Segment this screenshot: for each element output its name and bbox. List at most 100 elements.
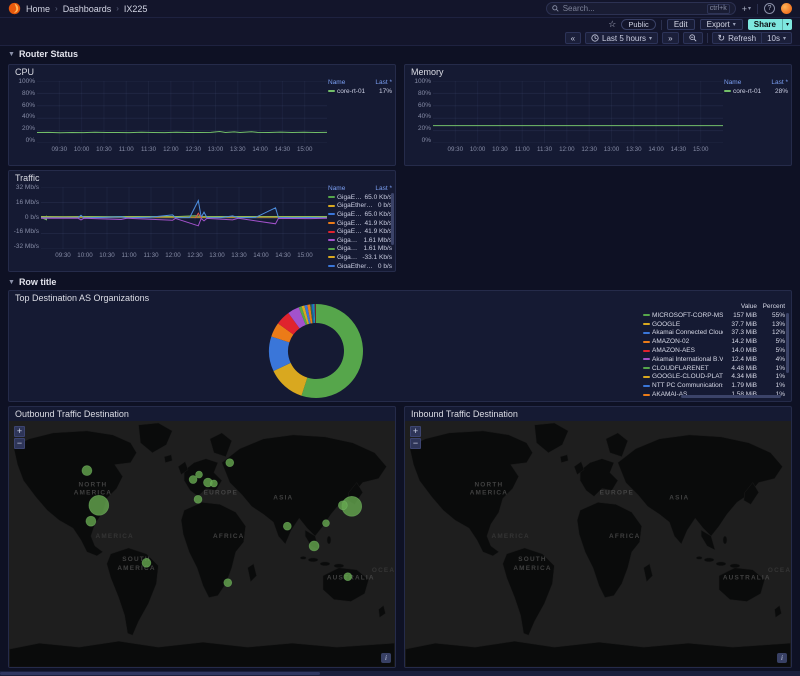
legend-item[interactable]: GigaEthernet0.0 0 b/s xyxy=(328,202,392,211)
series-color-icon xyxy=(328,213,335,215)
avatar[interactable] xyxy=(781,3,792,14)
time-shift-forward-button[interactable]: » xyxy=(662,32,678,44)
row-header-router-status[interactable]: ▼ Router Status xyxy=(8,48,78,60)
traffic-bubble[interactable] xyxy=(142,558,151,567)
legend-item[interactable]: GigaEthernet0.1 65.0 Kb/s xyxy=(328,210,392,219)
x-axis-labels: 09:3010:0010:3011:0011:3012:0012:3013:00… xyxy=(41,252,327,262)
search-box[interactable]: ctrl+k xyxy=(546,2,736,15)
time-range-picker[interactable]: Last 5 hours ▾ xyxy=(585,32,658,44)
refresh-button[interactable]: ↻ Refresh xyxy=(712,32,763,44)
table-row: GOOGLE 37.7 MiB13% xyxy=(643,320,785,329)
chevron-down-icon[interactable]: ▾ xyxy=(782,19,792,30)
legend-item[interactable]: core-rt-01 28% xyxy=(724,87,788,96)
map-zoom-in-button[interactable]: + xyxy=(410,426,421,437)
x-axis-labels: 09:3010:0010:3011:0011:3012:0012:3013:00… xyxy=(37,146,327,156)
traffic-bubble[interactable] xyxy=(224,579,232,587)
series-color-icon xyxy=(328,256,335,258)
breadcrumb-current[interactable]: IX225 xyxy=(124,4,148,14)
cpu-legend: NameLast * core-rt-01 17% xyxy=(328,79,392,162)
as-table-header: Value Percent xyxy=(643,301,785,311)
svg-text:OCEAN: OCEAN xyxy=(372,567,395,574)
table-vertical-scrollbar[interactable] xyxy=(786,313,789,373)
help-icon[interactable]: ? xyxy=(764,3,775,14)
percent-column-header[interactable]: Percent xyxy=(757,303,785,310)
share-button[interactable]: Share ▾ xyxy=(748,19,792,30)
table-horizontal-scrollbar[interactable] xyxy=(681,395,781,398)
y-tick-label: 16 Mb/s xyxy=(16,199,39,206)
series-name: core-rt-01 xyxy=(733,88,773,95)
search-input[interactable] xyxy=(563,4,703,13)
y-tick-label: 20% xyxy=(418,125,431,132)
traffic-bubble[interactable] xyxy=(309,541,319,551)
traffic-bubble[interactable] xyxy=(338,501,347,510)
traffic-bubble[interactable] xyxy=(86,516,96,526)
series-color-icon xyxy=(643,314,650,316)
y-tick-label: 80% xyxy=(418,90,431,97)
panel-top-destination-as: Top Destination AS Organizations Value P… xyxy=(8,290,792,402)
panel-title[interactable]: Memory xyxy=(411,67,444,77)
traffic-bubble[interactable] xyxy=(226,459,234,467)
traffic-bubble[interactable] xyxy=(196,471,203,478)
legend-item[interactable]: GigaEthernet3 -33.1 Kb/s xyxy=(328,253,392,262)
traffic-bubble[interactable] xyxy=(82,466,92,476)
legend-item[interactable]: core-rt-01 17% xyxy=(328,87,392,96)
add-button[interactable]: +▾ xyxy=(742,4,751,14)
edit-button[interactable]: Edit xyxy=(667,19,695,30)
traffic-bubble[interactable] xyxy=(344,573,352,581)
map-zoom-in-button[interactable]: + xyxy=(14,426,25,437)
refresh-interval-picker[interactable]: 10s ▾ xyxy=(762,32,792,44)
y-tick-label: 80% xyxy=(22,90,35,97)
traffic-bubble[interactable] xyxy=(283,522,291,530)
breadcrumb-dashboards[interactable]: Dashboards xyxy=(63,4,112,14)
map-zoom-out-button[interactable]: − xyxy=(14,438,25,449)
series-color-icon xyxy=(643,341,650,343)
legend-item[interactable]: GigaEthernet1.3 41.9 Kb/s xyxy=(328,227,392,236)
horizontal-scrollbar[interactable] xyxy=(0,671,800,676)
x-tick-label: 14:00 xyxy=(252,146,267,153)
panel-title[interactable]: Inbound Traffic Destination xyxy=(411,409,518,419)
legend-scrollbar[interactable] xyxy=(391,193,394,245)
map-info-button[interactable]: i xyxy=(777,653,787,663)
panel-title[interactable]: CPU xyxy=(15,67,34,77)
time-shift-back-button[interactable]: « xyxy=(565,32,581,44)
x-tick-label: 13:00 xyxy=(209,252,224,259)
x-tick-label: 15:00 xyxy=(297,146,312,153)
map-info-button[interactable]: i xyxy=(381,653,391,663)
star-icon[interactable]: ☆ xyxy=(608,19,616,30)
traffic-bubble[interactable] xyxy=(194,495,202,503)
grafana-logo[interactable] xyxy=(8,2,21,15)
traffic-bubble[interactable] xyxy=(323,520,330,527)
dashboard-actions-bar: ☆ Public Edit Export ▾ Share ▾ xyxy=(0,18,800,31)
table-row: GOOGLE-CLOUD-PLATFORM 4.34 MiB1% xyxy=(643,373,785,382)
series-name: GigaEthernet0.1 xyxy=(337,211,363,218)
series-name: GigaEthernet2 xyxy=(337,237,361,244)
traffic-bubble[interactable] xyxy=(210,480,217,487)
legend-item[interactable]: GigaEthernet2.0 1.61 Mb/s xyxy=(328,245,392,254)
clock-icon xyxy=(591,34,599,42)
panel-title[interactable]: Top Destination AS Organizations xyxy=(15,293,149,303)
value-column-header[interactable]: Value xyxy=(723,303,757,310)
traffic-bubble[interactable] xyxy=(189,476,197,484)
row-header-row-title[interactable]: ▼ Row title xyxy=(8,276,56,288)
traffic-bubble[interactable] xyxy=(89,495,109,515)
legend-item[interactable]: GigaEthernet2 1.61 Mb/s xyxy=(328,236,392,245)
x-tick-label: 11:00 xyxy=(121,252,136,259)
legend-item[interactable]: GigaEthernet0 65.0 Kb/s xyxy=(328,193,392,202)
svg-text:SOUTH: SOUTH xyxy=(518,556,546,563)
series-color-icon xyxy=(643,358,650,360)
breadcrumb-home[interactable]: Home xyxy=(26,4,50,14)
legend-item[interactable]: GigaEthernet1 41.9 Kb/s xyxy=(328,219,392,228)
panel-title[interactable]: Outbound Traffic Destination xyxy=(15,409,129,419)
chevron-down-icon: ▼ xyxy=(8,279,15,286)
legend-item[interactable]: GigaEthernet3.0 0 b/s xyxy=(328,262,392,268)
y-tick-label: 20% xyxy=(22,125,35,132)
panel-memory: Memory 100%80%60%40%20%0% 09:3010:0010:3… xyxy=(404,64,792,166)
refresh-interval-label: 10s xyxy=(767,34,780,43)
zoom-out-time-button[interactable] xyxy=(683,32,703,44)
panel-title[interactable]: Traffic xyxy=(15,173,40,183)
export-button[interactable]: Export ▾ xyxy=(700,19,743,30)
svg-text:AMERICA: AMERICA xyxy=(96,533,134,540)
x-tick-label: 11:30 xyxy=(537,146,552,153)
map-zoom-out-button[interactable]: − xyxy=(410,438,421,449)
y-tick-label: 32 Mb/s xyxy=(16,184,39,191)
